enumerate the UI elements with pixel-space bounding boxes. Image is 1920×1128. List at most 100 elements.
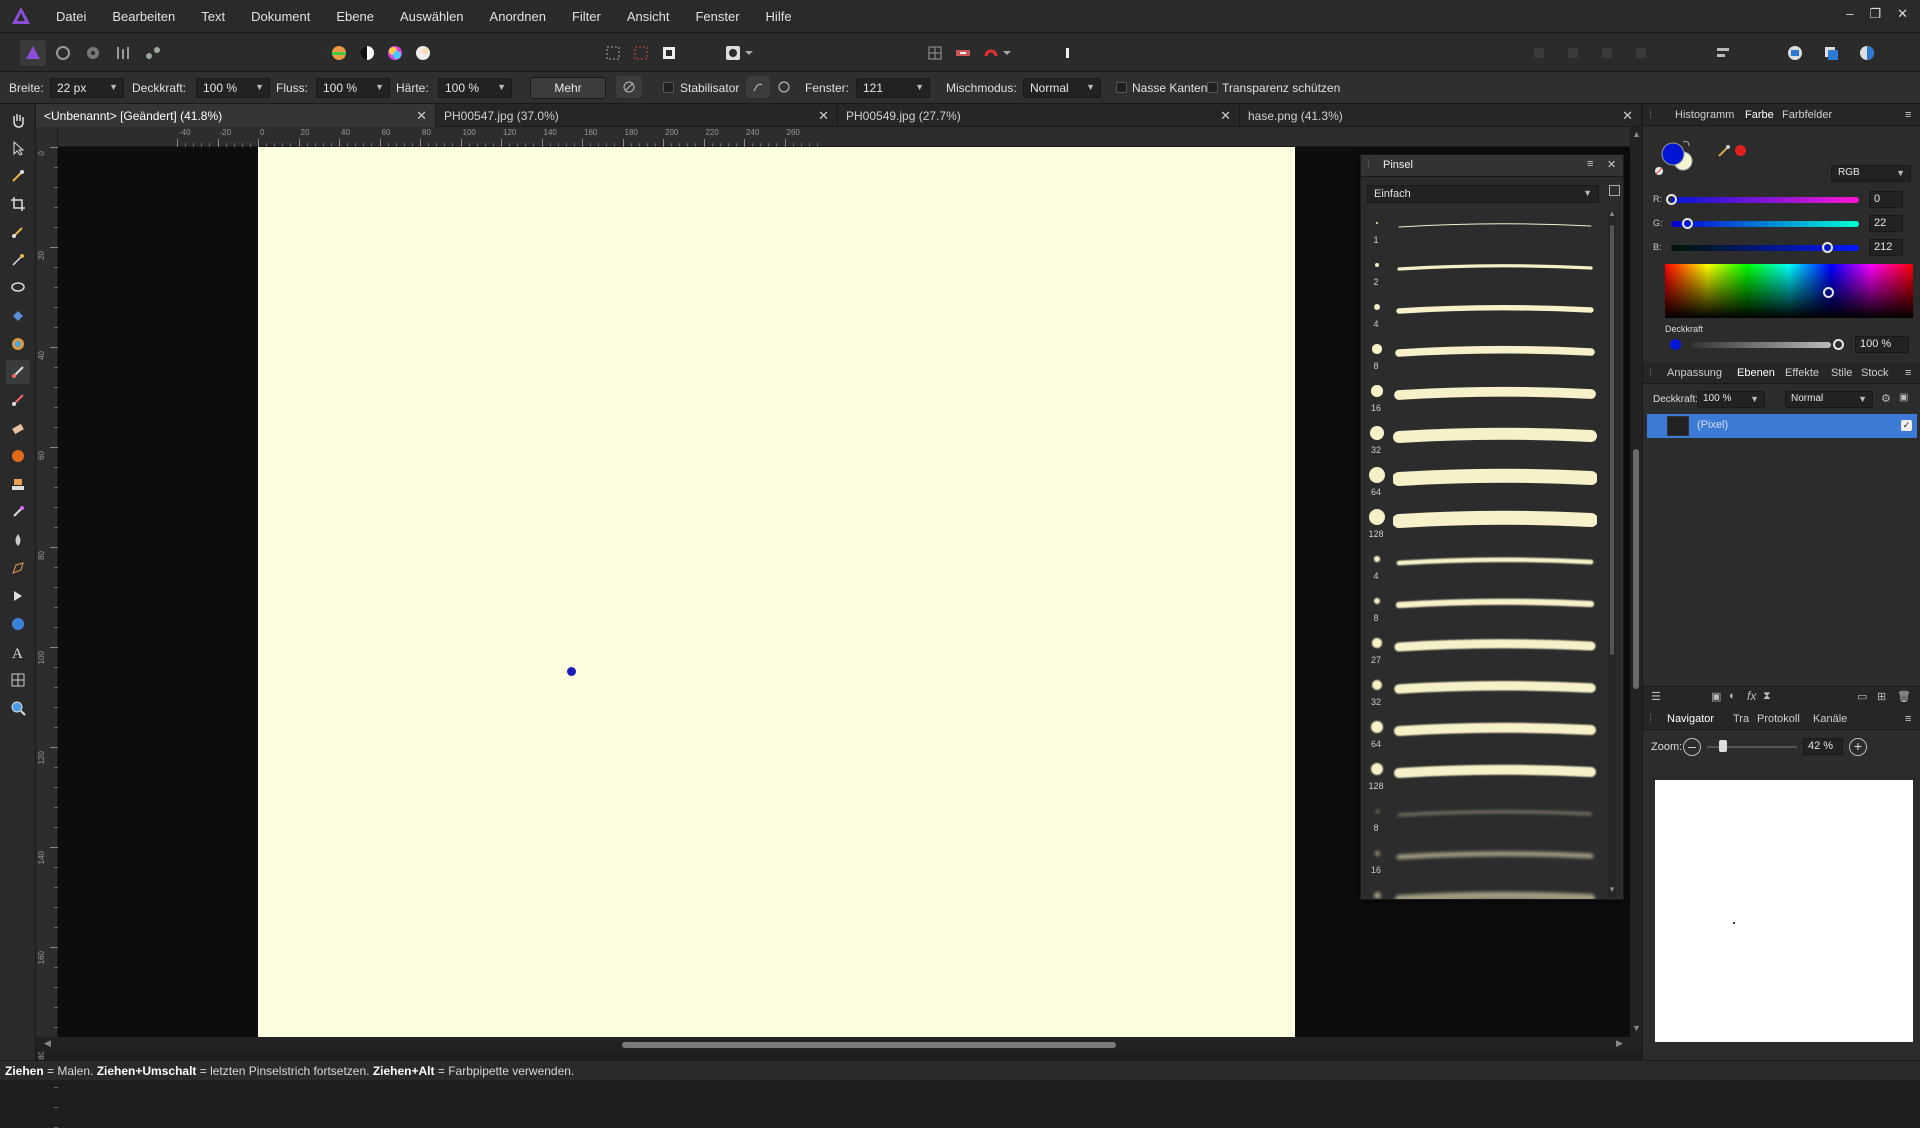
menu-item[interactable]: Ansicht [627,9,670,24]
levels-adjustment-icon[interactable] [326,40,352,66]
color-swatches[interactable] [1653,138,1713,178]
scroll-up-icon[interactable]: ▲ [1608,209,1616,218]
paint-brush-tool-icon[interactable] [6,360,30,384]
navigator-preview[interactable] [1655,780,1913,1042]
arrange-backward-icon[interactable] [1560,40,1586,66]
color-replacement-tool-icon[interactable] [6,388,30,412]
brush-item[interactable]: 32 [1361,673,1599,715]
snapping-icon[interactable] [950,40,976,66]
tab-stile[interactable]: Stile [1831,367,1852,379]
flood-fill-tool-icon[interactable] [6,304,30,328]
snapping-dropdown-icon[interactable] [1000,40,1014,66]
minimize-button[interactable]: – [1846,6,1853,22]
brush-pressure-icon[interactable] [616,76,642,98]
menu-item[interactable]: Filter [572,9,601,24]
fx-icon[interactable]: fx [1747,689,1756,703]
recent-color-swatch[interactable] [1735,145,1746,156]
delete-layer-icon[interactable]: 🗑 [1897,690,1911,703]
arrange-forward-icon[interactable] [1594,40,1620,66]
brush-item[interactable]: 16 [1361,379,1599,421]
tone-mapping-persona-icon[interactable] [110,40,136,66]
menu-item[interactable]: Text [201,9,225,24]
g-slider-knob[interactable] [1682,218,1694,229]
scroll-right-icon[interactable]: ▶ [1616,1038,1623,1049]
layer-blend-mode-select[interactable]: Normal ▼ [1785,391,1873,408]
brush-item[interactable] [1361,883,1599,899]
scroll-left-icon[interactable]: ◀ [44,1038,51,1049]
transparenz-checkbox[interactable] [1207,82,1218,93]
tab-unbenannt[interactable]: <Unbenannt> [Geändert] (41.8%) ✕ [36,104,436,127]
close-icon[interactable]: ✕ [818,108,829,124]
tab-farbe[interactable]: Farbe [1745,109,1774,121]
menu-item[interactable]: Auswählen [400,9,464,24]
brush-item[interactable]: 16 [1361,841,1599,883]
zoom-slider-knob[interactable] [1719,740,1728,752]
rope-mode-icon[interactable] [746,76,770,98]
menu-item[interactable]: Ebene [336,9,374,24]
drag-handle-icon[interactable]: ⁞ [1367,159,1370,170]
hsl-adjustment-icon[interactable] [382,40,408,66]
selection-brush-tool-icon[interactable] [6,220,30,244]
export-persona-icon[interactable] [140,40,166,66]
brush-item[interactable]: 27 [1361,631,1599,673]
opacity-slider[interactable] [1691,342,1831,348]
stabilisator-checkbox[interactable] [663,82,674,93]
crop-tool-icon[interactable] [6,192,30,216]
scroll-down-icon[interactable]: ▼ [1632,1023,1641,1033]
layer-visibility-checkbox[interactable]: ✓ [1901,420,1912,431]
text-tool-icon[interactable]: A [6,640,30,664]
vertical-scroll-thumb[interactable] [1633,449,1639,689]
r-value-field[interactable]: 0 [1869,191,1903,208]
tab-stock[interactable]: Stock [1861,367,1889,379]
dodge-brush-tool-icon[interactable] [6,444,30,468]
tab-ph00547[interactable]: PH00547.jpg (37.0%) ✕ [436,104,838,127]
erase-brush-tool-icon[interactable] [6,416,30,440]
eyedropper-icon[interactable] [1717,144,1731,158]
fenster-field[interactable]: 121 ▼ [856,78,930,98]
nasse-kanten-checkbox[interactable] [1116,82,1127,93]
adjustment-layer-icon[interactable]: ◐ [1729,690,1736,702]
lock-icon[interactable]: ▣ [1899,392,1908,403]
b-slider-knob[interactable] [1822,242,1834,253]
horizontal-ruler[interactable]: -40 -20 0 20 40 60 80 100 120 140 160 180 200 220 240 2… [58,127,1630,147]
brush-item[interactable]: 128 [1361,757,1599,799]
color-spectrum[interactable] [1665,264,1913,318]
close-icon[interactable]: ✕ [1607,158,1616,171]
brush-item[interactable]: 32 [1361,421,1599,463]
layers-stack-icon[interactable]: ☰ [1651,690,1661,703]
brush-list-scrollbar[interactable]: ▲ ▼ [1608,209,1616,897]
deselect-icon[interactable] [628,40,654,66]
clone-brush-tool-icon[interactable] [6,472,30,496]
zoom-out-button[interactable]: – [1683,738,1701,756]
horizontal-scroll-thumb[interactable] [622,1042,1116,1048]
arrange-front-icon[interactable] [1628,40,1654,66]
move-tool-icon[interactable] [6,136,30,160]
tab-effekte[interactable]: Effekte [1785,367,1819,379]
vertical-ruler[interactable]: 0 20 40 60 80 100 120 140 160 180 [36,127,58,1128]
tab-transform[interactable]: Tra [1733,713,1749,725]
freehand-selection-tool-icon[interactable] [6,276,30,300]
quick-mask-dropdown-icon[interactable] [742,40,756,66]
close-icon[interactable]: ✕ [1622,108,1633,124]
fluss-field[interactable]: 100 % ▼ [316,78,390,98]
menu-item[interactable]: Hilfe [766,9,792,24]
zoom-value-field[interactable]: 42 % [1803,738,1843,755]
studio-icon[interactable] [1854,40,1880,66]
scroll-down-icon[interactable]: ▼ [1608,885,1616,894]
drag-handle-icon[interactable]: ⁞ [1649,713,1652,725]
liquify-persona-icon[interactable] [50,40,76,66]
g-slider[interactable] [1671,221,1859,227]
arrange-back-icon[interactable] [1526,40,1552,66]
tab-farbfelder[interactable]: Farbfelder [1782,109,1832,121]
vertical-scrollbar[interactable]: ▲ ▼ [1630,127,1642,1037]
photo-persona-icon[interactable] [20,40,46,66]
close-icon[interactable]: ✕ [416,108,427,124]
brush-item[interactable]: 1 [1361,211,1599,253]
gear-icon[interactable]: ⚙ [1881,392,1891,405]
brush-category-select[interactable]: Einfach ▼ [1367,185,1599,203]
brush-item[interactable]: 4 [1361,547,1599,589]
color-picker-tool-icon[interactable] [6,164,30,188]
brush-view-icon[interactable] [1609,185,1620,196]
menu-item[interactable]: Datei [56,9,86,24]
tab-kanaele[interactable]: Kanäle [1813,713,1847,725]
